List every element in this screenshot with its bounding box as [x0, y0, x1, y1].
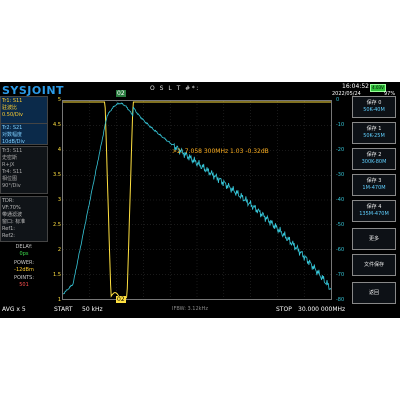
swr-axis-tick: 2 — [57, 247, 61, 253]
trace3-format: 史密斯 — [2, 155, 18, 161]
start-label: START — [54, 306, 73, 313]
softkey-label: 保存 2 — [366, 152, 382, 158]
points-value: 501 — [19, 282, 29, 288]
swr-axis-tick: 1.5 — [53, 272, 61, 278]
softkey-button[interactable]: 保存 3 1M-470M — [352, 174, 396, 196]
plot-grid — [63, 101, 331, 299]
softkey-button[interactable]: 保存 4 135M-470M — [352, 200, 396, 222]
db-axis-tick: -60 — [336, 247, 345, 253]
db-axis-tick: -30 — [336, 172, 345, 178]
softkey-button[interactable]: 文件保存 — [352, 254, 396, 276]
start-value[interactable]: 50 kHz — [82, 306, 103, 313]
softkey-range: 1M-470M — [362, 185, 386, 191]
softkey-label: 保存 3 — [366, 178, 382, 184]
trace3-line: Tr3: S11 — [2, 148, 23, 154]
average-count: AVG x 5 — [2, 306, 26, 313]
trace1-line: Tr1: S11 — [2, 98, 23, 104]
trace3-4-panel[interactable]: Tr3: S11 史密斯 R+jX Tr4: S11 相位图 90°/Div — [0, 146, 48, 194]
calibration-status: O S L T #*: — [150, 85, 200, 92]
trace4-scale: 90°/Div — [2, 183, 21, 189]
softkey-range: 50K-40M — [363, 107, 385, 113]
vf-label: VF:70% — [2, 205, 21, 211]
softkey-button[interactable]: 返回 — [352, 282, 396, 304]
softkey-button[interactable]: 保存 2 300K-80M — [352, 148, 396, 170]
swr-axis-tick: 3.5 — [53, 172, 61, 178]
settings-panel[interactable]: TDR: VF:70% 带通滤波 窗口: 标准 Ref1: Ref2: — [0, 196, 48, 242]
swr-axis-tick: 3 — [57, 197, 61, 203]
ref1-label: Ref1: — [2, 226, 15, 232]
trace2-scale: 10dB/Div — [2, 139, 25, 145]
delay-label: DELAY: — [15, 244, 33, 250]
trace2-line: Tr2: S21 — [2, 125, 23, 131]
window-label: 窗口: 标准 — [2, 219, 26, 225]
trace4-line: Tr4: S11 — [2, 169, 23, 175]
marker-flag-bottom[interactable]: 02 — [116, 296, 126, 303]
softkey-label: 保存 0 — [366, 100, 382, 106]
db-axis-tick: -70 — [336, 272, 345, 278]
delay-value: 0ps — [19, 251, 29, 257]
ref2-label: Ref2: — [2, 233, 15, 239]
trace2-format: 对数幅度 — [2, 132, 23, 138]
softkey-label: 更多 — [368, 236, 379, 242]
trace3-scale: R+jX — [2, 162, 15, 168]
trace1-scale: 0.50/Div — [2, 112, 24, 118]
softkey-label: 保存 4 — [366, 204, 382, 210]
softkey-label: 文件保存 — [363, 262, 384, 268]
power-value: -12dBm — [14, 267, 34, 273]
softkey-button[interactable]: 保存 1 50K-25M — [352, 122, 396, 144]
softkey-range: 135M-470M — [359, 211, 389, 217]
db-axis-tick: -10 — [336, 122, 345, 128]
tdr-label: TDR: — [2, 198, 14, 204]
db-axis-tick: -20 — [336, 147, 345, 153]
swr-axis-tick: 5 — [57, 97, 61, 103]
ifbw-label: IFBW: 3.12kHz — [172, 306, 208, 312]
trace4-format: 相位图 — [2, 176, 18, 182]
stop-label: STOP — [276, 306, 292, 313]
clock: 16:04:52 — [342, 83, 369, 90]
vna-screen: SYSJOINT O S L T #*: 16:04:52 2022/05/24… — [0, 82, 400, 318]
filter-label: 带通滤波 — [2, 212, 23, 218]
db-axis-tick: -40 — [336, 197, 345, 203]
trace2-panel[interactable]: Tr2: S21 对数幅度 10dB/Div — [0, 123, 48, 145]
marker-readout: >2: 7.058 300MHz 1.03 -0.32dB — [172, 148, 269, 155]
softkey-label: 返回 — [368, 290, 379, 296]
swr-axis-tick: 4.5 — [53, 122, 61, 128]
trace1-format: 驻波比 — [2, 105, 18, 111]
trace-plot — [62, 101, 332, 299]
marker-flag-top[interactable]: 02 — [116, 90, 126, 97]
db-axis-tick: -80 — [336, 297, 345, 303]
db-axis-tick: -50 — [336, 222, 345, 228]
softkey-button[interactable]: 保存 0 50K-40M — [352, 96, 396, 118]
softkey-range: 300K-80M — [361, 159, 387, 165]
db-axis-tick: 0 — [336, 97, 340, 103]
plot-area[interactable] — [62, 100, 332, 300]
swr-axis-tick: 2.5 — [53, 222, 61, 228]
points-label: POINTS: — [13, 275, 35, 281]
power-label: POWER: — [13, 260, 35, 266]
stop-value[interactable]: 30.000 000MHz — [298, 306, 345, 313]
swr-axis-tick: 4 — [57, 147, 61, 153]
softkey-label: 保存 1 — [366, 126, 382, 132]
softkey-range: 50K-25M — [363, 133, 385, 139]
softkey-button[interactable]: 更多 — [352, 228, 396, 250]
swr-axis-tick: 1 — [57, 297, 61, 303]
